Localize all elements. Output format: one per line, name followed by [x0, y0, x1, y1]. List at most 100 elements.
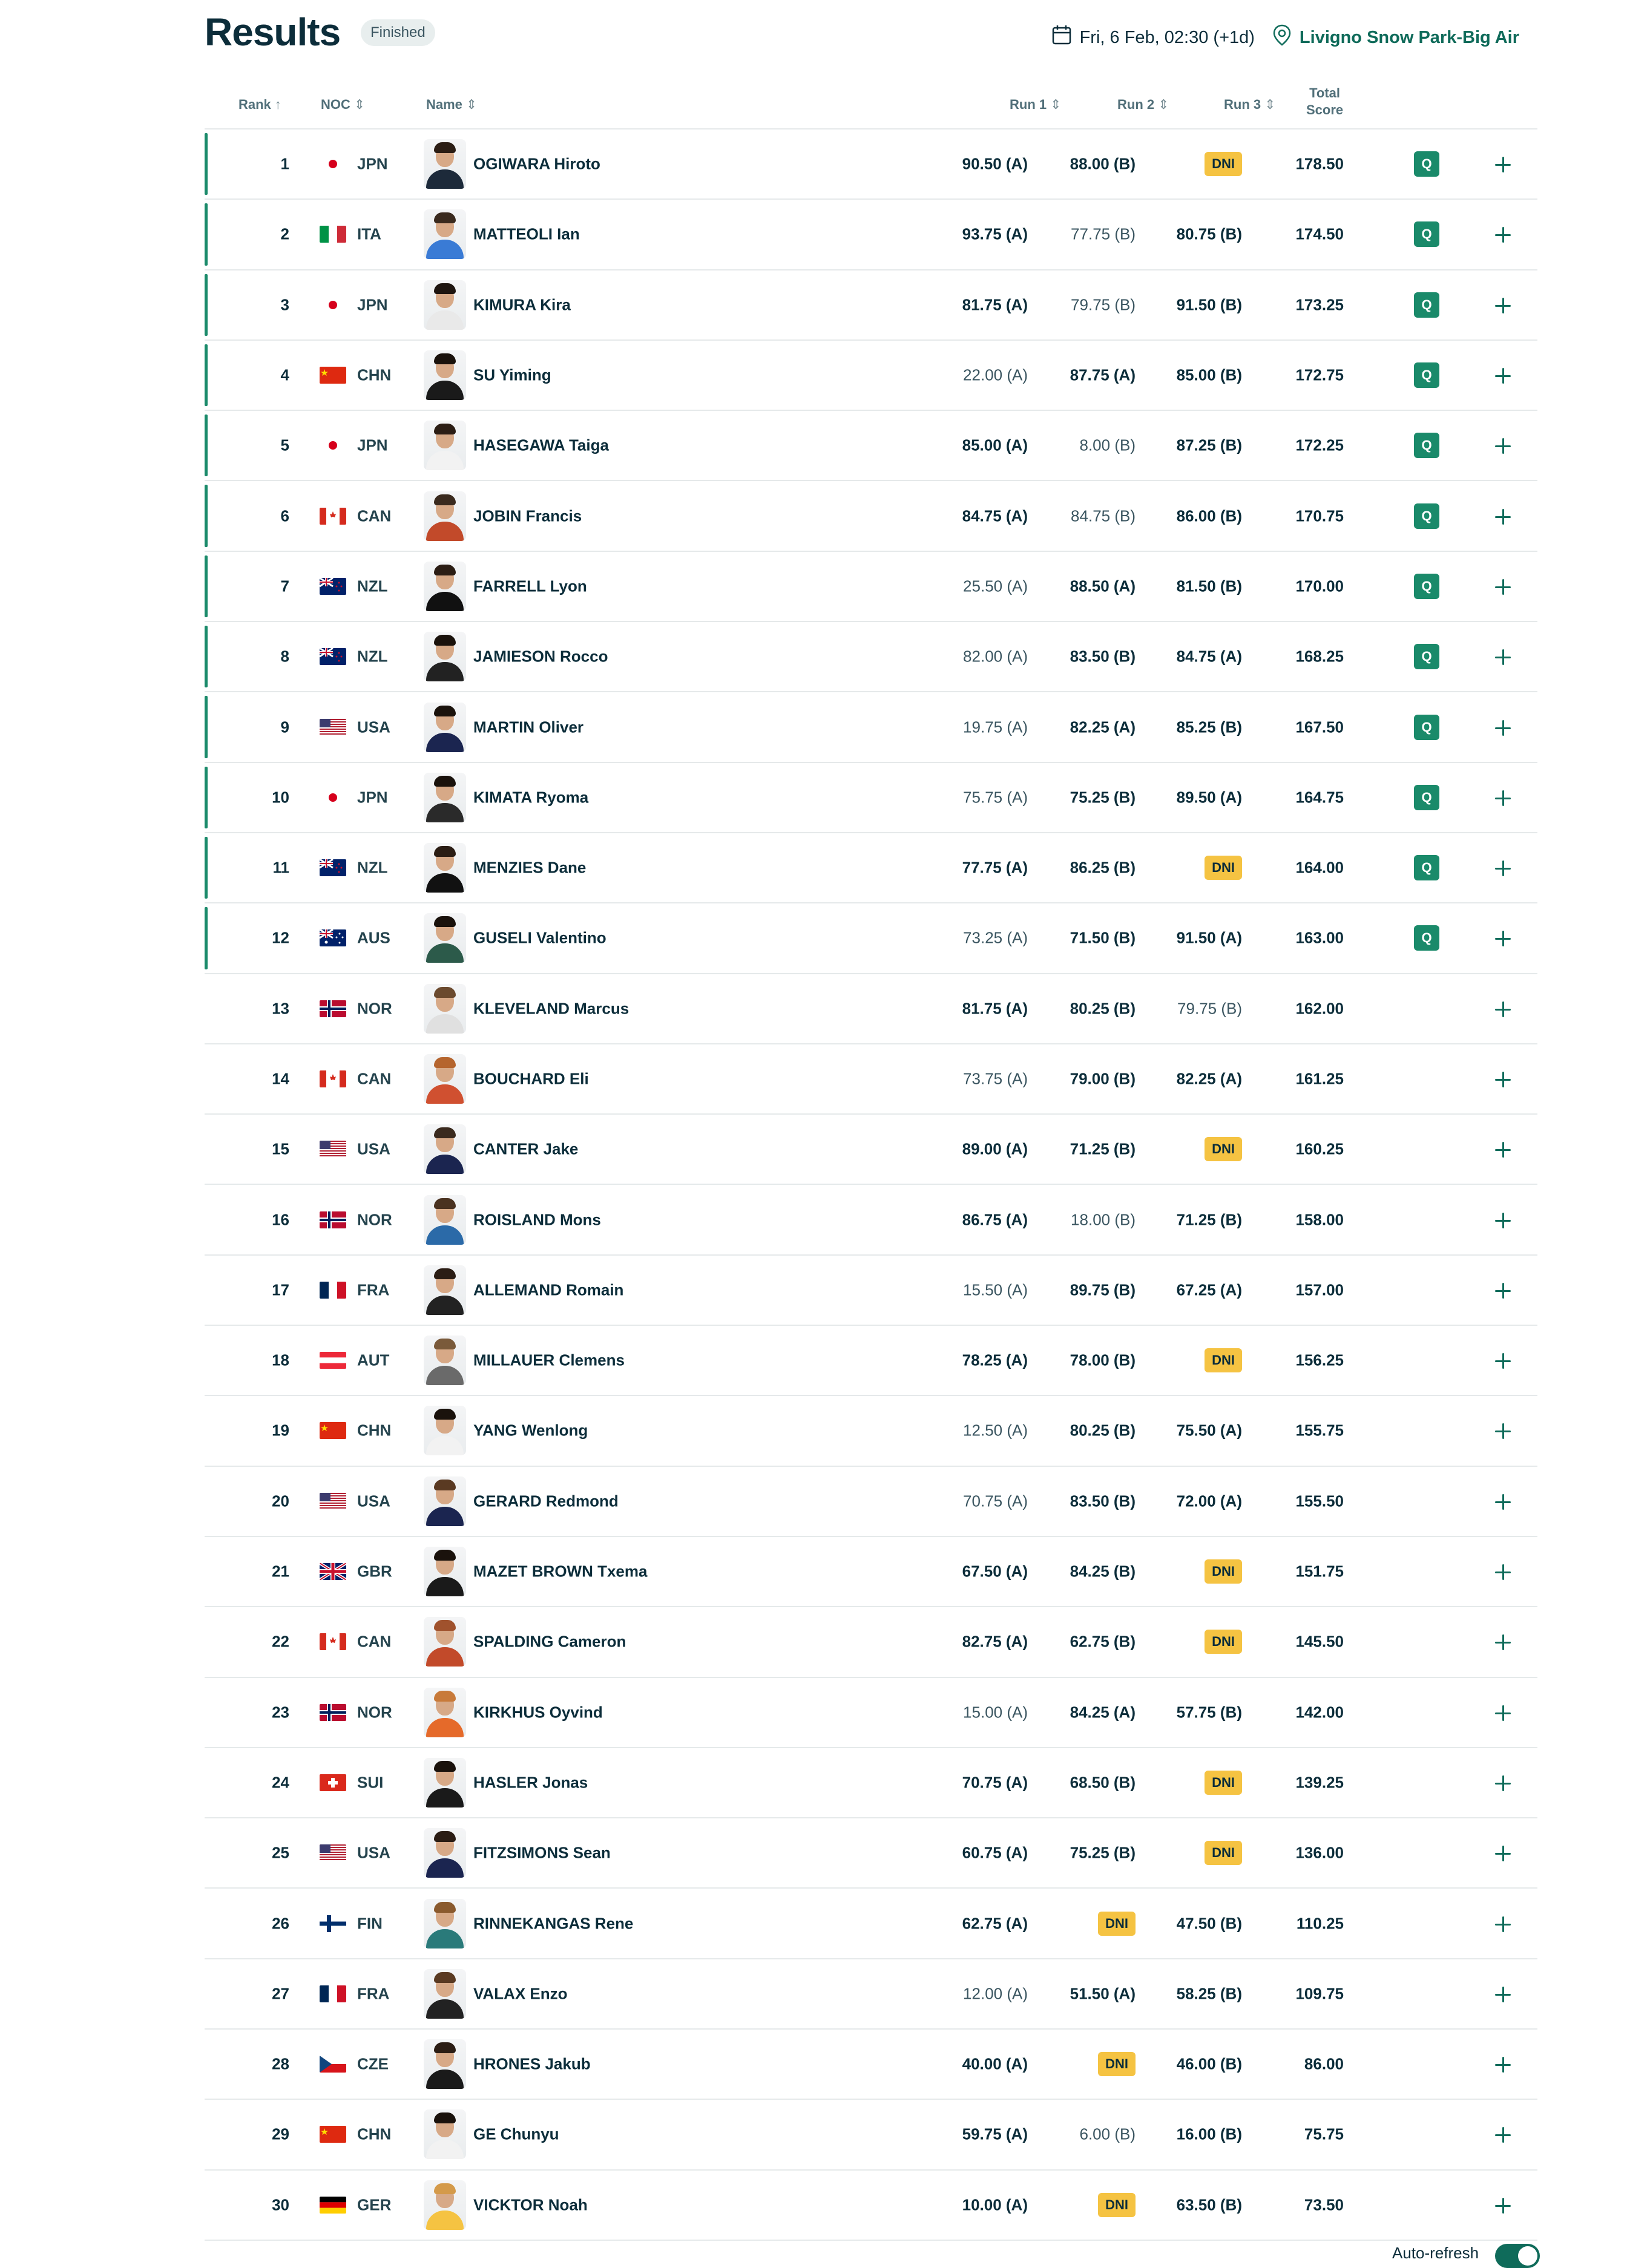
expand-row-icon[interactable] [1488, 923, 1518, 953]
noc-column-header[interactable]: NOC ⇕ [321, 97, 365, 113]
table-row[interactable]: 21 GBR MAZET BROWN Txema 67.50 (A) 84.25… [205, 1537, 1537, 1608]
table-row[interactable]: 10 JPN KIMATA Ryoma 75.75 (A) 75.25 (B) … [205, 763, 1537, 833]
table-row[interactable]: 11 NZL MENZIES Dane 77.75 (A) 86.25 (B) … [205, 833, 1537, 904]
expand-row-icon[interactable] [1488, 1838, 1518, 1868]
table-row[interactable]: 16 NOR ROISLAND Mons 86.75 (A) 18.00 (B)… [205, 1185, 1537, 1256]
table-row[interactable]: 12 AUS GUSELI Valentino 73.25 (A) 71.50 … [205, 903, 1537, 974]
event-venue[interactable]: Livigno Snow Park-Big Air [1273, 24, 1519, 51]
athlete-name[interactable]: FITZSIMONS Sean [473, 1844, 611, 1863]
expand-row-icon[interactable] [1488, 1134, 1518, 1164]
athlete-name[interactable]: FARRELL Lyon [473, 577, 587, 595]
athlete-name[interactable]: SU Yiming [473, 366, 551, 385]
table-row[interactable]: 3 JPN KIMURA Kira 81.75 (A) 79.75 (B) 91… [205, 270, 1537, 341]
expand-row-icon[interactable] [1488, 641, 1518, 672]
table-row[interactable]: 27 FRA VALAX Enzo 12.00 (A) 51.50 (A) 58… [205, 1959, 1537, 2030]
table-row[interactable]: 30 GER VICKTOR Noah 10.00 (A) DNI 63.50 … [205, 2171, 1537, 2241]
athlete-name[interactable]: ROISLAND Mons [473, 1210, 601, 1229]
table-row[interactable]: 5 JPN HASEGAWA Taiga 85.00 (A) 8.00 (B) … [205, 411, 1537, 482]
expand-row-icon[interactable] [1488, 501, 1518, 531]
table-row[interactable]: 9 USA MARTIN Oliver 19.75 (A) 82.25 (A) … [205, 692, 1537, 763]
athlete-name[interactable]: KLEVELAND Marcus [473, 999, 629, 1018]
table-row[interactable]: 4 CHN SU Yiming 22.00 (A) 87.75 (A) 85.0… [205, 341, 1537, 411]
athlete-name[interactable]: KIMURA Kira [473, 295, 571, 314]
expand-row-icon[interactable] [1488, 712, 1518, 742]
expand-row-icon[interactable] [1488, 1556, 1518, 1587]
expand-row-icon[interactable] [1488, 1064, 1518, 1094]
athlete-name[interactable]: HASEGAWA Taiga [473, 436, 609, 455]
table-row[interactable]: 20 USA GERARD Redmond 70.75 (A) 83.50 (B… [205, 1467, 1537, 1537]
athlete-name[interactable]: MATTEOLI Ian [473, 225, 580, 244]
athlete-name[interactable]: ALLEMAND Romain [473, 1280, 623, 1299]
table-row[interactable]: 18 AUT MILLAUER Clemens 78.25 (A) 78.00 … [205, 1326, 1537, 1397]
athlete-name[interactable]: MILLAUER Clemens [473, 1351, 625, 1370]
athlete-name[interactable]: RINNEKANGAS Rene [473, 1914, 633, 1933]
table-row[interactable]: 19 CHN YANG Wenlong 12.50 (A) 80.25 (B) … [205, 1396, 1537, 1467]
athlete-name[interactable]: MAZET BROWN Txema [473, 1562, 647, 1581]
athlete-name[interactable]: GERARD Redmond [473, 1492, 619, 1510]
table-row[interactable]: 29 CHN GE Chunyu 59.75 (A) 6.00 (B) 16.0… [205, 2100, 1537, 2171]
expand-row-icon[interactable] [1488, 430, 1518, 460]
expand-row-icon[interactable] [1488, 571, 1518, 601]
expand-row-icon[interactable] [1488, 360, 1518, 390]
athlete-name[interactable]: VALAX Enzo [473, 1984, 568, 2003]
expand-row-icon[interactable] [1488, 1627, 1518, 1657]
athlete-name[interactable]: JOBIN Francis [473, 506, 582, 525]
athlete-name[interactable]: HRONES Jakub [473, 2055, 591, 2074]
expand-row-icon[interactable] [1488, 2049, 1518, 2079]
athlete-avatar [424, 1336, 466, 1386]
athlete-name[interactable]: SPALDING Cameron [473, 1633, 626, 1651]
athlete-name[interactable]: OGIWARA Hiroto [473, 155, 600, 174]
table-row[interactable]: 28 CZE HRONES Jakub 40.00 (A) DNI 46.00 … [205, 2030, 1537, 2100]
rank-column-header[interactable]: Rank ↑ [238, 97, 281, 113]
expand-row-icon[interactable] [1488, 219, 1518, 249]
run1-column-header[interactable]: Run 1 ⇕ [1010, 97, 1062, 113]
athlete-name[interactable]: BOUCHARD Eli [473, 1070, 589, 1089]
table-row[interactable]: 17 FRA ALLEMAND Romain 15.50 (A) 89.75 (… [205, 1256, 1537, 1326]
expand-row-icon[interactable] [1488, 1768, 1518, 1798]
expand-row-icon[interactable] [1488, 1345, 1518, 1375]
table-row[interactable]: 6 CAN JOBIN Francis 84.75 (A) 84.75 (B) … [205, 481, 1537, 552]
table-row[interactable]: 24 SUI HASLER Jonas 70.75 (A) 68.50 (B) … [205, 1748, 1537, 1819]
athlete-name[interactable]: JAMIESON Rocco [473, 647, 608, 666]
table-row[interactable]: 15 USA CANTER Jake 89.00 (A) 71.25 (B) D… [205, 1115, 1537, 1185]
table-row[interactable]: 13 NOR KLEVELAND Marcus 81.75 (A) 80.25 … [205, 974, 1537, 1044]
table-row[interactable]: 14 CAN BOUCHARD Eli 73.75 (A) 79.00 (B) … [205, 1044, 1537, 1115]
autorefresh-toggle[interactable] [1495, 2244, 1540, 2268]
athlete-name[interactable]: MARTIN Oliver [473, 718, 583, 736]
expand-row-icon[interactable] [1488, 853, 1518, 883]
athlete-name[interactable]: GUSELI Valentino [473, 929, 606, 948]
expand-row-icon[interactable] [1488, 1486, 1518, 1516]
expand-row-icon[interactable] [1488, 2119, 1518, 2149]
table-row[interactable]: 25 USA FITZSIMONS Sean 60.75 (A) 75.25 (… [205, 1818, 1537, 1889]
table-row[interactable]: 22 CAN SPALDING Cameron 82.75 (A) 62.75 … [205, 1607, 1537, 1678]
run3-column-header[interactable]: Run 3 ⇕ [1224, 97, 1276, 113]
expand-row-icon[interactable] [1488, 1275, 1518, 1305]
table-row[interactable]: 26 FIN RINNEKANGAS Rene 62.75 (A) DNI 47… [205, 1889, 1537, 1959]
athlete-name[interactable]: GE Chunyu [473, 2125, 559, 2144]
table-row[interactable]: 8 NZL JAMIESON Rocco 82.00 (A) 83.50 (B)… [205, 622, 1537, 693]
expand-row-icon[interactable] [1488, 2190, 1518, 2220]
expand-row-icon[interactable] [1488, 1205, 1518, 1235]
name-column-header[interactable]: Name ⇕ [426, 97, 477, 113]
athlete-name[interactable]: YANG Wenlong [473, 1421, 588, 1440]
expand-row-icon[interactable] [1488, 290, 1518, 320]
expand-row-icon[interactable] [1488, 1979, 1518, 2009]
venue-link[interactable]: Livigno Snow Park-Big Air [1300, 28, 1519, 48]
expand-row-icon[interactable] [1488, 782, 1518, 813]
expand-row-icon[interactable] [1488, 149, 1518, 179]
run2-column-header[interactable]: Run 2 ⇕ [1117, 97, 1169, 113]
table-row[interactable]: 2 ITA MATTEOLI Ian 93.75 (A) 77.75 (B) 8… [205, 200, 1537, 270]
expand-row-icon[interactable] [1488, 1697, 1518, 1728]
athlete-name[interactable]: KIMATA Ryoma [473, 788, 588, 807]
table-row[interactable]: 23 NOR KIRKHUS Oyvind 15.00 (A) 84.25 (A… [205, 1678, 1537, 1748]
expand-row-icon[interactable] [1488, 1909, 1518, 1939]
table-row[interactable]: 7 NZL FARRELL Lyon 25.50 (A) 88.50 (A) 8… [205, 552, 1537, 623]
athlete-name[interactable]: HASLER Jonas [473, 1773, 588, 1792]
athlete-name[interactable]: CANTER Jake [473, 1140, 578, 1159]
athlete-name[interactable]: VICKTOR Noah [473, 2195, 588, 2214]
expand-row-icon[interactable] [1488, 994, 1518, 1024]
expand-row-icon[interactable] [1488, 1415, 1518, 1446]
athlete-name[interactable]: KIRKHUS Oyvind [473, 1703, 603, 1722]
table-row[interactable]: 1 JPN OGIWARA Hiroto 90.50 (A) 88.00 (B)… [205, 129, 1537, 200]
athlete-name[interactable]: MENZIES Dane [473, 859, 586, 877]
